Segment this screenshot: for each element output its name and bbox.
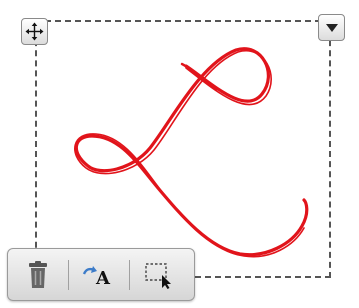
trash-icon [29, 260, 47, 288]
delete-button[interactable] [16, 256, 60, 294]
options-menu-button[interactable] [318, 14, 345, 41]
toolbar-divider [129, 259, 130, 290]
svg-text:A: A [95, 268, 111, 287]
select-region-icon [145, 262, 171, 289]
caret-down-icon [325, 23, 338, 32]
signature-editor: A [0, 0, 359, 308]
move-arrows-icon [25, 22, 44, 41]
select-region-button[interactable] [138, 256, 182, 294]
move-handle-button[interactable] [21, 18, 48, 45]
signature-toolbar: A [7, 248, 195, 301]
text-style-icon: A [82, 265, 111, 287]
toolbar-divider [68, 259, 69, 290]
signature-drawing[interactable] [40, 24, 330, 276]
signature-stroke-secondary [74, 49, 305, 258]
text-style-button[interactable]: A [77, 256, 121, 294]
